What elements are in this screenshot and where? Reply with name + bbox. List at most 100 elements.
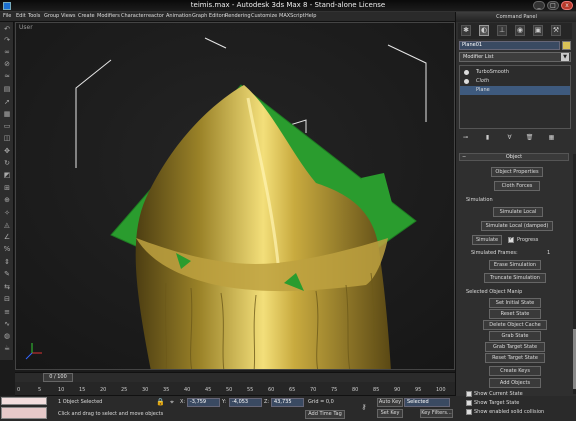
truncate-simulation-button[interactable]: Truncate Simulation: [484, 273, 546, 283]
time-slider[interactable]: 0 / 100: [43, 373, 73, 382]
track-bar[interactable]: 0 5 10 15 20 25 30 35 40 45 50 55 60 65 …: [15, 382, 455, 396]
show-current-state-checkbox[interactable]: [466, 391, 472, 397]
menu-edit[interactable]: Edit: [16, 13, 26, 19]
bulb-icon[interactable]: [464, 70, 469, 75]
pin-stack-icon[interactable]: ⊸: [461, 133, 470, 142]
menu-maxscript[interactable]: MAXScript: [279, 13, 305, 19]
progress-checkbox[interactable]: [508, 236, 514, 243]
bind-space-warp-icon[interactable]: ≈: [3, 73, 11, 80]
stack-item-plane[interactable]: Plane: [460, 86, 570, 95]
reset-target-state-button[interactable]: Reset Target State: [485, 353, 545, 363]
select-move-icon[interactable]: ✥: [3, 148, 11, 155]
menu-views[interactable]: Views: [61, 13, 75, 19]
menu-animation[interactable]: Animation: [166, 13, 192, 19]
configure-modifier-sets-icon[interactable]: ▦: [547, 133, 556, 142]
menu-character[interactable]: Character: [121, 13, 146, 19]
key-icon[interactable]: ⚷: [360, 403, 368, 411]
object-properties-button[interactable]: Object Properties: [491, 167, 543, 177]
menu-reactor[interactable]: reactor: [146, 13, 164, 19]
select-object-icon[interactable]: ➚: [3, 99, 11, 106]
menu-group[interactable]: Group: [44, 13, 59, 19]
cloth-forces-button[interactable]: Cloth Forces: [494, 181, 540, 191]
stack-item-cloth[interactable]: Cloth: [460, 77, 570, 86]
menu-tools[interactable]: Tools: [28, 13, 40, 19]
bulb-icon[interactable]: [464, 79, 469, 84]
reference-coordinate-icon[interactable]: ⊞: [3, 185, 11, 192]
remove-modifier-icon[interactable]: 🗑: [525, 133, 534, 142]
object-rollout-header[interactable]: − Object: [459, 153, 569, 161]
y-coordinate-field[interactable]: -4,053: [229, 398, 262, 407]
redo-icon[interactable]: ↷: [3, 37, 11, 44]
show-enabled-solid-collision-checkbox[interactable]: [466, 409, 472, 415]
angle-snap-icon[interactable]: ∠: [3, 234, 11, 241]
object-name-field[interactable]: Plane01: [459, 41, 560, 50]
add-time-tag-button[interactable]: Add Time Tag: [305, 410, 345, 419]
unlink-icon[interactable]: ⊘: [3, 61, 11, 68]
modify-tab-icon[interactable]: ◐: [479, 25, 489, 36]
set-initial-state-button[interactable]: Set Initial State: [489, 298, 541, 308]
grab-target-state-button[interactable]: Grab Target State: [485, 342, 545, 352]
undo-icon[interactable]: ↶: [3, 26, 11, 33]
motion-tab-icon[interactable]: ◉: [515, 25, 525, 36]
snaps-toggle-icon[interactable]: ◬: [3, 222, 11, 229]
select-scale-icon[interactable]: ◩: [3, 172, 11, 179]
simulate-local-damped-button[interactable]: Simulate Local (damped): [481, 221, 553, 231]
create-tab-icon[interactable]: ✱: [461, 25, 471, 36]
utilities-tab-icon[interactable]: ⚒: [551, 25, 561, 36]
rectangle-selection-icon[interactable]: ▭: [3, 123, 11, 130]
object-color-swatch[interactable]: [562, 41, 571, 50]
viewport-label[interactable]: User: [19, 24, 33, 31]
named-selection-icon[interactable]: ✎: [3, 271, 11, 278]
select-rotate-icon[interactable]: ↻: [3, 160, 11, 167]
add-objects-button[interactable]: Add Objects: [489, 378, 541, 388]
pivot-center-icon[interactable]: ⊕: [3, 197, 11, 204]
menu-rendering[interactable]: Rendering: [225, 13, 251, 19]
z-coordinate-field[interactable]: 43,735: [271, 398, 304, 407]
hierarchy-tab-icon[interactable]: ⊥: [497, 25, 507, 36]
key-mode-select[interactable]: Selected: [404, 398, 450, 407]
modifier-list-dropdown[interactable]: Modifier List ▼: [459, 52, 571, 62]
maximize-button[interactable]: □: [547, 1, 559, 10]
spinner-snap-icon[interactable]: ⇕: [3, 259, 11, 266]
simulate-local-button[interactable]: Simulate Local: [493, 207, 543, 217]
percent-snap-icon[interactable]: %: [3, 246, 11, 253]
collapse-icon[interactable]: −: [462, 154, 466, 160]
render-icon[interactable]: ☕: [3, 345, 11, 352]
link-icon[interactable]: ∞: [3, 49, 11, 56]
transform-type-in-icon[interactable]: ⌖: [168, 398, 176, 406]
layer-manager-icon[interactable]: ≡: [3, 309, 11, 316]
menu-help[interactable]: Help: [305, 13, 316, 19]
grab-state-button[interactable]: Grab State: [489, 331, 541, 341]
maxscript-listener-mini[interactable]: [1, 397, 47, 405]
make-unique-icon[interactable]: ∀: [505, 133, 514, 142]
set-key-button[interactable]: Set Key: [377, 409, 403, 418]
mirror-icon[interactable]: ⇆: [3, 284, 11, 291]
menu-modifiers[interactable]: Modifiers: [97, 13, 120, 19]
x-coordinate-field[interactable]: -3,759: [187, 398, 220, 407]
curve-editor-icon[interactable]: ∿: [3, 321, 11, 328]
show-target-state-checkbox[interactable]: [466, 400, 472, 406]
simulate-button[interactable]: Simulate: [472, 235, 502, 245]
align-icon[interactable]: ⊟: [3, 296, 11, 303]
menu-file[interactable]: File: [3, 13, 11, 19]
erase-simulation-button[interactable]: Erase Simulation: [489, 260, 541, 270]
maxscript-listener-output[interactable]: [1, 407, 47, 419]
menu-customize[interactable]: Customize: [251, 13, 277, 19]
create-keys-button[interactable]: Create Keys: [489, 366, 541, 376]
window-crossing-icon[interactable]: ◫: [3, 135, 11, 142]
material-editor-icon[interactable]: ◍: [3, 333, 11, 340]
show-end-result-icon[interactable]: ▮: [483, 133, 492, 142]
chevron-down-icon[interactable]: ▼: [561, 53, 569, 61]
delete-object-cache-button[interactable]: Delete Object Cache: [483, 320, 547, 330]
auto-key-button[interactable]: Auto Key: [377, 398, 403, 407]
minimize-button[interactable]: _: [533, 1, 545, 10]
lock-selection-icon[interactable]: 🔒: [156, 398, 165, 406]
menu-create[interactable]: Create: [78, 13, 95, 19]
menu-graph-editors[interactable]: Graph Editors: [192, 13, 226, 19]
selection-filter-icon[interactable]: ▤: [3, 86, 11, 93]
key-filters-button[interactable]: Key Filters...: [420, 409, 453, 418]
user-viewport[interactable]: User: [15, 22, 455, 370]
time-slider-bar[interactable]: 0 / 100: [15, 372, 455, 382]
select-by-name-icon[interactable]: ▦: [3, 111, 11, 118]
stack-item-turbosmooth[interactable]: TurboSmooth: [460, 68, 570, 77]
